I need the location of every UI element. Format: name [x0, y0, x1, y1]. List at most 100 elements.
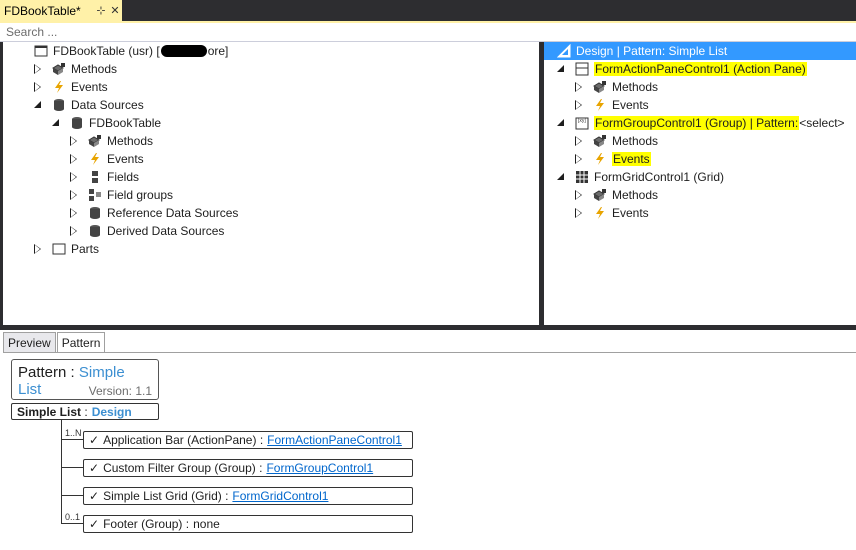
- right-tree-label: Methods: [612, 188, 659, 202]
- expand-arrow-icon[interactable]: [556, 172, 566, 182]
- collapse-arrow-icon[interactable]: [574, 190, 584, 200]
- right-tree-label: Events: [612, 152, 651, 166]
- pattern-item-link[interactable]: FormActionPaneControl1: [267, 433, 402, 447]
- pattern-item[interactable]: ✓ Application Bar (ActionPane) : FormActio…: [83, 431, 413, 449]
- simple-list-node[interactable]: Simple List : Design: [11, 403, 159, 420]
- left-tree-label: FDBookTable (usr) [: [53, 44, 160, 58]
- search-bar: [0, 23, 856, 42]
- checkmark-icon: ✓: [89, 433, 100, 447]
- left-tree-label: Events: [71, 80, 108, 94]
- right-tree-item[interactable]: Events: [574, 204, 649, 222]
- design-node-label: Design | Pattern: Simple List: [576, 44, 728, 58]
- collapse-arrow-icon[interactable]: [33, 64, 43, 74]
- collapse-arrow-icon[interactable]: [69, 172, 79, 182]
- right-tree-label: FormGridControl1 (Grid): [594, 170, 725, 184]
- right-tree-item[interactable]: Methods: [574, 78, 658, 96]
- right-tree-label: Events: [612, 206, 649, 220]
- datasource-icon: [87, 205, 103, 221]
- document-tab[interactable]: FDBookTable* ⊹ ✕: [0, 0, 122, 21]
- tab-preview[interactable]: Preview: [3, 332, 56, 352]
- left-tree-item[interactable]: Fields: [69, 168, 139, 186]
- left-tree-label: Data Sources: [71, 98, 144, 112]
- horizontal-splitter[interactable]: [0, 325, 856, 330]
- left-tree-item[interactable]: Events: [33, 78, 108, 96]
- methods-icon: [592, 79, 608, 95]
- right-tree-label: Events: [612, 98, 649, 112]
- methods-icon: [592, 187, 608, 203]
- collapse-arrow-icon[interactable]: [69, 136, 79, 146]
- events-icon: [592, 97, 608, 113]
- right-tree-pane: Design | Pattern: Simple List FormAction…: [544, 42, 856, 325]
- pattern-connector-branch: [61, 523, 83, 524]
- close-icon[interactable]: ✕: [108, 4, 122, 17]
- pattern-item[interactable]: ✓ Footer (Group) : none: [83, 515, 413, 533]
- right-tree-label: FormActionPaneControl1 (Action Pane): [594, 62, 807, 76]
- expand-arrow-icon[interactable]: [51, 118, 61, 128]
- right-tree-item[interactable]: [xy] FormGroupControl1 (Group) | Pattern:…: [556, 114, 845, 132]
- left-tree-item[interactable]: Methods: [33, 60, 117, 78]
- design-node[interactable]: Design | Pattern: Simple List: [544, 42, 856, 60]
- collapse-arrow-icon[interactable]: [69, 190, 79, 200]
- left-tree-label: Derived Data Sources: [107, 224, 225, 238]
- field-groups-icon: [87, 187, 103, 203]
- expand-arrow-icon[interactable]: [556, 64, 566, 74]
- left-tree-item[interactable]: Parts: [33, 240, 99, 258]
- pattern-item-value: none: [193, 517, 220, 531]
- design-icon: [556, 43, 572, 59]
- pattern-prefix: Pattern :: [18, 364, 75, 381]
- pattern-item[interactable]: ✓ Custom Filter Group (Group) : FormGroupC…: [83, 459, 413, 477]
- left-tree-item[interactable]: Reference Data Sources: [69, 204, 238, 222]
- pattern-item-link[interactable]: FormGroupControl1: [266, 461, 373, 475]
- right-tree-label: FormGroupControl1 (Group) | Pattern:: [594, 116, 800, 130]
- pattern-connector: [61, 420, 62, 523]
- right-tree-item[interactable]: Methods: [574, 132, 658, 150]
- pattern-item[interactable]: ✓ Simple List Grid (Grid) : FormGridContro…: [83, 487, 413, 505]
- left-tree-item[interactable]: Derived Data Sources: [69, 222, 224, 240]
- collapse-arrow-icon[interactable]: [33, 82, 43, 92]
- left-tree-label: Fields: [107, 170, 140, 184]
- collapse-arrow-icon[interactable]: [574, 154, 584, 164]
- left-tree-item[interactable]: FDBookTable: [51, 114, 161, 132]
- methods-icon: [87, 133, 103, 149]
- tab-pattern[interactable]: Pattern: [56, 332, 106, 353]
- svg-text:[xy]: [xy]: [578, 118, 586, 124]
- left-tree-item[interactable]: FDBookTable (usr) [ore]: [15, 42, 228, 60]
- pin-icon[interactable]: ⊹: [94, 4, 108, 17]
- pattern-item-label: Application Bar (ActionPane) :: [103, 433, 264, 447]
- left-tree-label: Reference Data Sources: [107, 206, 239, 220]
- collapse-arrow-icon[interactable]: [574, 82, 584, 92]
- collapse-arrow-icon[interactable]: [574, 136, 584, 146]
- form-icon: [33, 43, 49, 59]
- collapse-arrow-icon[interactable]: [33, 244, 43, 254]
- right-tree-item[interactable]: Methods: [574, 186, 658, 204]
- right-tree-item[interactable]: Events: [574, 96, 649, 114]
- right-tree-item[interactable]: FormGridControl1 (Grid): [556, 168, 724, 186]
- pattern-connector-branch: [61, 467, 83, 468]
- left-tree-item[interactable]: Events: [69, 150, 144, 168]
- left-tree-item[interactable]: Data Sources: [33, 96, 144, 114]
- left-tree-item[interactable]: Field groups: [69, 186, 173, 204]
- collapse-arrow-icon[interactable]: [574, 100, 584, 110]
- collapse-arrow-icon[interactable]: [69, 154, 79, 164]
- right-tree-label: Methods: [612, 134, 659, 148]
- right-tree-item[interactable]: FormActionPaneControl1 (Action Pane): [556, 60, 807, 78]
- checkmark-icon: ✓: [89, 489, 100, 503]
- datasource-icon: [51, 97, 67, 113]
- collapse-arrow-icon[interactable]: [69, 208, 79, 218]
- redaction-mark: [160, 45, 207, 57]
- expand-arrow-icon[interactable]: [33, 100, 43, 110]
- left-tree-label: Parts: [71, 242, 100, 256]
- pattern-item-link[interactable]: FormGridControl1: [232, 489, 328, 503]
- left-tree-item[interactable]: Methods: [69, 132, 153, 150]
- pattern-connector-branch: [61, 439, 83, 440]
- collapse-arrow-icon[interactable]: [574, 208, 584, 218]
- expand-arrow-icon[interactable]: [556, 118, 566, 128]
- checkmark-icon: ✓: [89, 517, 100, 531]
- pattern-info-box: Pattern : Simple List Version: 1.1: [11, 359, 159, 400]
- right-tree-item[interactable]: Events: [574, 150, 651, 168]
- collapse-arrow-icon[interactable]: [69, 226, 79, 236]
- simple-list-label: Simple List: [17, 404, 82, 419]
- datasource-icon: [69, 115, 85, 131]
- search-input[interactable]: [6, 25, 846, 39]
- methods-icon: [51, 61, 67, 77]
